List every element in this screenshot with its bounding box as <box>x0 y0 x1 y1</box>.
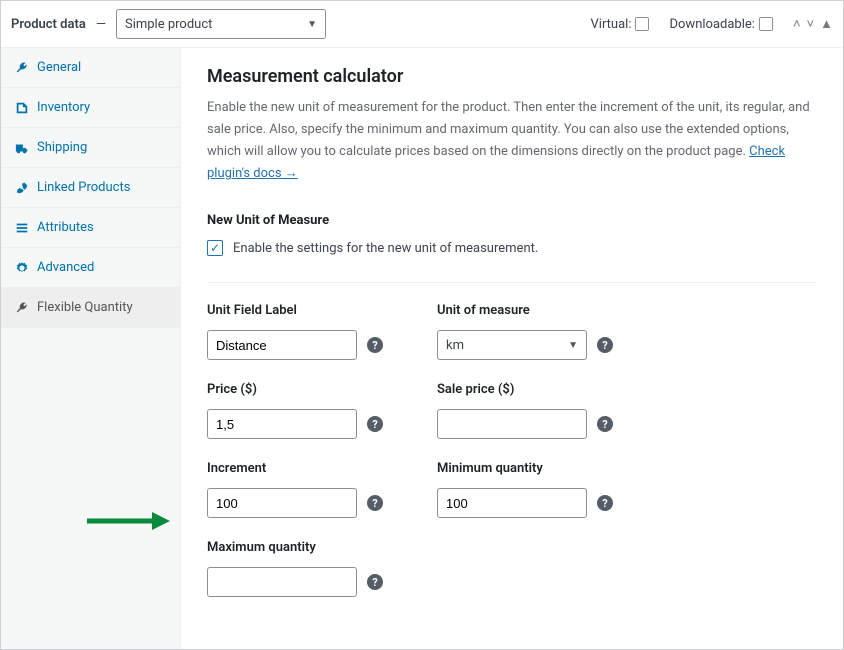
chevron-down-icon: ▼ <box>568 340 578 351</box>
sidebar-item-flexible-quantity[interactable]: Flexible Quantity <box>1 288 180 328</box>
help-icon[interactable]: ? <box>367 495 383 511</box>
product-data-panel: Product data — Simple product ▼ Virtual:… <box>0 0 844 650</box>
move-down-icon[interactable]: ˅ <box>807 16 815 32</box>
downloadable-checkbox[interactable] <box>759 17 773 31</box>
fields-grid: Unit Field Label ? Unit of measure km ▼ … <box>207 303 817 382</box>
sidebar: General Inventory Shipping Linked Produc… <box>1 48 181 649</box>
help-icon[interactable]: ? <box>367 574 383 590</box>
gear-icon <box>15 261 29 275</box>
field-label: Sale price ($) <box>437 382 617 397</box>
fields-grid-row3: Increment ? Minimum quantity ? Maximum q… <box>207 461 817 619</box>
sidebar-item-shipping[interactable]: Shipping <box>1 128 180 168</box>
sidebar-item-label: Attributes <box>37 220 94 235</box>
truck-icon <box>15 141 29 155</box>
enable-checkbox[interactable]: ✓ <box>207 240 223 256</box>
help-icon[interactable]: ? <box>597 495 613 511</box>
unit-of-measure-value: km <box>446 338 464 353</box>
sidebar-item-label: Flexible Quantity <box>37 300 133 315</box>
sidebar-item-attributes[interactable]: Attributes <box>1 208 180 248</box>
sale-price-input[interactable] <box>437 409 587 439</box>
field-label: Maximum quantity <box>207 540 387 555</box>
field-increment: Increment ? <box>207 461 387 518</box>
virtual-checkbox[interactable] <box>635 17 649 31</box>
panel-body: General Inventory Shipping Linked Produc… <box>1 48 843 649</box>
wrench-icon <box>15 61 29 75</box>
unit-of-measure-select[interactable]: km ▼ <box>437 330 587 360</box>
panel-title: Product data <box>11 17 86 32</box>
help-icon[interactable]: ? <box>597 416 613 432</box>
field-price: Price ($) ? <box>207 382 387 439</box>
field-maximum-quantity: Maximum quantity ? <box>207 540 387 597</box>
main-content: Measurement calculator Enable the new un… <box>181 48 843 649</box>
field-sale-price: Sale price ($) ? <box>437 382 617 439</box>
wrench-icon <box>15 301 29 315</box>
collapse-icon[interactable]: ▲ <box>820 16 833 32</box>
product-type-value: Simple product <box>125 17 212 32</box>
unit-field-label-input[interactable] <box>207 330 357 360</box>
link-icon <box>15 181 29 195</box>
virtual-label: Virtual: <box>591 17 632 32</box>
sidebar-item-linked-products[interactable]: Linked Products <box>1 168 180 208</box>
downloadable-label: Downloadable: <box>669 17 754 32</box>
field-label: Unit of measure <box>437 303 617 318</box>
section-title: Measurement calculator <box>207 66 817 87</box>
field-unit-field-label: Unit Field Label ? <box>207 303 387 360</box>
fields-grid-row2: Price ($) ? Sale price ($) ? <box>207 382 817 461</box>
sidebar-item-label: Shipping <box>37 140 87 155</box>
virtual-option[interactable]: Virtual: <box>591 17 650 32</box>
description-text: Enable the new unit of measurement for t… <box>207 100 810 159</box>
product-type-select[interactable]: Simple product ▼ <box>116 9 326 39</box>
field-label: Unit Field Label <box>207 303 387 318</box>
field-minimum-quantity: Minimum quantity ? <box>437 461 617 518</box>
chevron-down-icon: ▼ <box>307 19 317 30</box>
field-unit-of-measure: Unit of measure km ▼ ? <box>437 303 617 360</box>
help-icon[interactable]: ? <box>597 337 613 353</box>
sidebar-item-label: Inventory <box>37 100 90 115</box>
panel-controls: ˄ ˅ ▲ <box>793 16 833 32</box>
downloadable-option[interactable]: Downloadable: <box>669 17 772 32</box>
dash: — <box>96 17 106 32</box>
price-input[interactable] <box>207 409 357 439</box>
sidebar-item-label: General <box>37 60 81 75</box>
field-label: Minimum quantity <box>437 461 617 476</box>
sidebar-item-advanced[interactable]: Advanced <box>1 248 180 288</box>
panel-header: Product data — Simple product ▼ Virtual:… <box>1 1 843 48</box>
sidebar-item-label: Advanced <box>37 260 94 275</box>
section-description: Enable the new unit of measurement for t… <box>207 97 817 185</box>
sidebar-item-inventory[interactable]: Inventory <box>1 88 180 128</box>
minimum-quantity-input[interactable] <box>437 488 587 518</box>
new-unit-heading: New Unit of Measure <box>207 213 817 228</box>
increment-input[interactable] <box>207 488 357 518</box>
field-label: Increment <box>207 461 387 476</box>
enable-label: Enable the settings for the new unit of … <box>233 241 538 256</box>
sidebar-item-general[interactable]: General <box>1 48 180 88</box>
inventory-icon <box>15 101 29 115</box>
field-label: Price ($) <box>207 382 387 397</box>
help-icon[interactable]: ? <box>367 337 383 353</box>
sidebar-item-label: Linked Products <box>37 180 130 195</box>
list-icon <box>15 221 29 235</box>
help-icon[interactable]: ? <box>367 416 383 432</box>
enable-row: ✓ Enable the settings for the new unit o… <box>207 240 817 283</box>
move-up-icon[interactable]: ˄ <box>793 16 801 32</box>
maximum-quantity-input[interactable] <box>207 567 357 597</box>
